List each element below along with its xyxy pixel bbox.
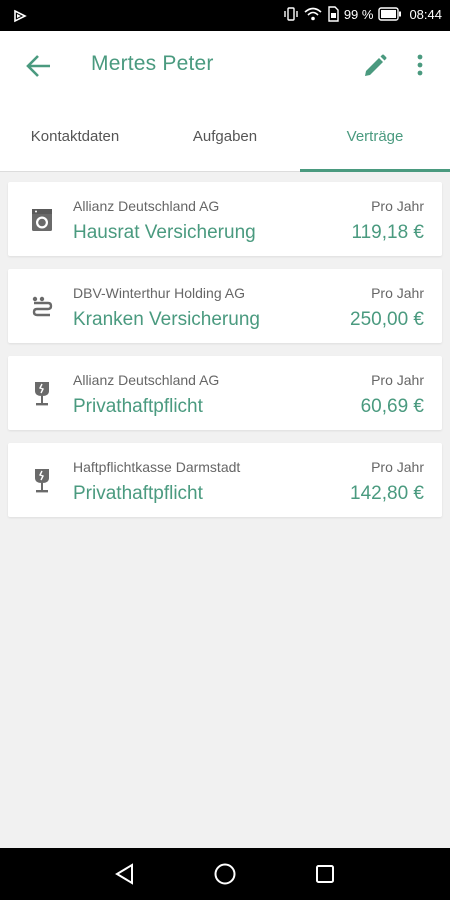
payment-period: Pro Jahr bbox=[371, 372, 424, 388]
more-vert-icon[interactable] bbox=[410, 51, 430, 81]
product-name: Privathaftpflicht bbox=[73, 396, 203, 417]
payment-period: Pro Jahr bbox=[371, 285, 424, 301]
company-name: Allianz Deutschland AG bbox=[73, 372, 220, 388]
tab-label: Verträge bbox=[346, 127, 404, 145]
battery-icon bbox=[378, 7, 402, 21]
company-name: DBV-Winterthur Holding AG bbox=[73, 285, 245, 301]
nav-home-icon[interactable] bbox=[213, 862, 237, 886]
nav-recents-icon[interactable] bbox=[313, 862, 337, 886]
page-title: Mertes Peter bbox=[91, 52, 214, 75]
product-name: Hausrat Versicherung bbox=[73, 222, 256, 243]
contract-list: Allianz Deutschland AG Hausrat Versicher… bbox=[8, 182, 442, 530]
contract-card[interactable]: Allianz Deutschland AG Privathaftpflicht… bbox=[8, 356, 442, 430]
fragile-glass-icon bbox=[35, 469, 49, 493]
nav-back-icon[interactable] bbox=[113, 862, 137, 886]
tab-label: Kontaktdaten bbox=[30, 127, 120, 145]
app-bar: Mertes Peter bbox=[0, 31, 450, 101]
tab-aufgaben[interactable]: Aufgaben bbox=[150, 101, 300, 171]
company-name: Haftpflichtkasse Darmstadt bbox=[73, 459, 241, 475]
contract-card[interactable]: Haftpflichtkasse Darmstadt Privathaftpfl… bbox=[8, 443, 442, 517]
contract-amount: 60,69 € bbox=[360, 396, 424, 417]
sim-icon bbox=[328, 6, 339, 22]
system-navigation-bar bbox=[0, 848, 450, 900]
tab-label: Aufgaben bbox=[192, 127, 258, 145]
tab-vertraege[interactable]: Verträge bbox=[300, 101, 450, 172]
contract-amount: 119,18 € bbox=[351, 222, 424, 243]
notification-icon bbox=[14, 9, 27, 23]
washing-machine-icon bbox=[32, 209, 52, 231]
clock: 08:44 bbox=[409, 6, 442, 22]
wifi-icon bbox=[304, 7, 322, 21]
pencil-icon[interactable] bbox=[362, 53, 388, 79]
fragile-glass-icon bbox=[35, 382, 49, 406]
tab-bar: Kontaktdaten Aufgaben Verträge bbox=[0, 101, 450, 172]
arrow-back-icon[interactable] bbox=[24, 53, 54, 79]
tab-kontaktdaten[interactable]: Kontaktdaten bbox=[0, 101, 150, 171]
contract-amount: 142,80 € bbox=[350, 483, 424, 504]
payment-period: Pro Jahr bbox=[371, 198, 424, 214]
status-bar: 99 % 08:44 bbox=[0, 0, 450, 31]
contract-card[interactable]: DBV-Winterthur Holding AG Kranken Versic… bbox=[8, 269, 442, 343]
payment-period: Pro Jahr bbox=[371, 459, 424, 475]
contract-card[interactable]: Allianz Deutschland AG Hausrat Versicher… bbox=[8, 182, 442, 256]
product-name: Privathaftpflicht bbox=[73, 483, 203, 504]
medical-icon bbox=[32, 296, 53, 317]
contract-amount: 250,00 € bbox=[350, 309, 424, 330]
product-name: Kranken Versicherung bbox=[73, 309, 260, 330]
company-name: Allianz Deutschland AG bbox=[73, 198, 220, 214]
vibrate-icon bbox=[284, 7, 298, 21]
battery-percent: 99 % bbox=[343, 6, 374, 22]
active-tab-indicator bbox=[300, 169, 450, 172]
